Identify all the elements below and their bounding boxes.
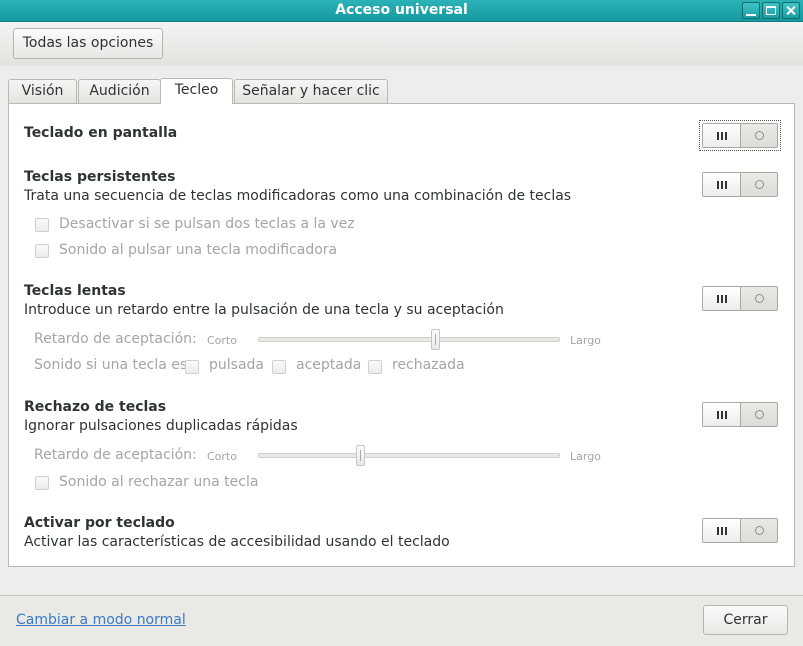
minimize-button[interactable] <box>742 2 760 19</box>
slow-keys-beep-label: Sonido si una tecla es <box>34 357 188 373</box>
close-button[interactable]: Cerrar <box>703 605 788 635</box>
slow-keys-long-label: Largo <box>570 334 601 347</box>
on-screen-keyboard-title: Teclado en pantalla <box>24 125 178 141</box>
bounce-keys-short-label: Corto <box>207 450 237 463</box>
switch-off-indicator <box>755 131 764 140</box>
tab-pointing-clicking[interactable]: Señalar y hacer clic <box>234 79 388 103</box>
slow-keys-short-label: Corto <box>207 334 237 347</box>
slow-keys-title: Teclas lentas <box>24 283 126 299</box>
tab-seeing[interactable]: Visión <box>8 79 77 103</box>
window-controls <box>742 2 800 19</box>
slow-keys-switch[interactable] <box>702 286 778 311</box>
maximize-button[interactable] <box>762 2 780 19</box>
bounce-keys-delay-track[interactable] <box>258 453 560 458</box>
sticky-keys-description: Trata una secuencia de teclas modificado… <box>24 188 572 204</box>
slow-keys-delay-label: Retardo de aceptación: <box>34 331 197 347</box>
beep-accepted-label: aceptada <box>296 357 362 373</box>
switch-knob <box>703 403 741 426</box>
bounce-keys-switch[interactable] <box>702 402 778 427</box>
sticky-modifier-beep-label: Sonido al pulsar una tecla modificadora <box>59 242 338 258</box>
sticky-keys-title: Teclas persistentes <box>24 169 176 185</box>
enable-by-keyboard-description: Activar las características de accesibil… <box>24 534 450 550</box>
switch-knob <box>703 173 741 196</box>
enable-by-keyboard-switch[interactable] <box>702 518 778 543</box>
switch-knob <box>703 124 741 147</box>
switch-off-indicator <box>755 180 764 189</box>
typing-panel: Teclado en pantalla Teclas persistentes … <box>8 103 795 567</box>
beep-pressed-label: pulsada <box>209 357 264 373</box>
slow-keys-description: Introduce un retardo entre la pulsación … <box>24 302 504 318</box>
close-icon <box>786 6 796 15</box>
bounce-reject-beep-label: Sonido al rechazar una tecla <box>59 474 259 490</box>
bounce-keys-delay-label: Retardo de aceptación: <box>34 447 197 463</box>
tab-typing[interactable]: Tecleo <box>160 78 233 104</box>
close-window-button[interactable] <box>782 2 800 19</box>
tab-hearing[interactable]: Audición <box>78 79 161 103</box>
sticky-disable-two-keys-checkbox[interactable] <box>35 218 49 232</box>
bounce-keys-title: Rechazo de teclas <box>24 399 167 415</box>
beep-rejected-label: rechazada <box>392 357 465 373</box>
bounce-reject-beep-checkbox[interactable] <box>35 476 49 490</box>
sticky-disable-two-keys-label: Desactivar si se pulsan dos teclas a la … <box>59 216 355 232</box>
switch-off-indicator <box>755 526 764 535</box>
sticky-keys-switch[interactable] <box>702 172 778 197</box>
beep-rejected-checkbox[interactable] <box>368 360 382 374</box>
minimize-icon <box>746 6 756 16</box>
bounce-keys-description: Ignorar pulsaciones duplicadas rápidas <box>24 418 298 434</box>
switch-off-indicator <box>755 294 764 303</box>
switch-knob <box>703 519 741 542</box>
enable-by-keyboard-title: Activar por teclado <box>24 515 175 531</box>
footer: Cambiar a modo normal Cerrar <box>0 595 803 646</box>
bounce-keys-delay-handle[interactable] <box>355 445 365 466</box>
toolbar: Todas las opciones <box>0 22 803 66</box>
switch-off-indicator <box>755 410 764 419</box>
window-titlebar: Acceso universal <box>0 0 803 22</box>
switch-knob <box>703 287 741 310</box>
slow-keys-delay-track[interactable] <box>258 337 560 342</box>
on-screen-keyboard-switch[interactable] <box>702 123 778 148</box>
beep-accepted-checkbox[interactable] <box>272 360 286 374</box>
bounce-keys-long-label: Largo <box>570 450 601 463</box>
window-title: Acceso universal <box>335 2 468 18</box>
all-settings-button[interactable]: Todas las opciones <box>13 28 163 59</box>
maximize-icon <box>766 6 776 15</box>
sticky-modifier-beep-checkbox[interactable] <box>35 244 49 258</box>
switch-mode-link[interactable]: Cambiar a modo normal <box>16 612 186 628</box>
beep-pressed-checkbox[interactable] <box>185 360 199 374</box>
slow-keys-delay-handle[interactable] <box>431 329 441 350</box>
